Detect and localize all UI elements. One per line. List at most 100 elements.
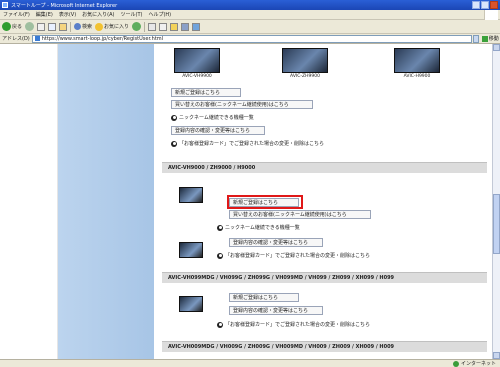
print-button[interactable] [159,22,168,31]
discuss-icon [181,22,190,31]
address-bar: アドレス(D) https://www.smart-loop.jp/cyber/… [0,34,500,44]
main-content: AVIC-VH9900 AVIC-ZH9900 AVIC-H9900 新規ご登録… [157,44,492,359]
stop-button[interactable] [37,22,46,31]
search-icon [74,23,82,30]
mail-button[interactable] [148,22,157,31]
link-label: 「お客様登録カード」でご登録された場合の変更・削除はこちら [225,253,371,259]
card-note-link[interactable]: 「お客様登録カード」でご登録された場合の変更・削除はこちら [217,252,370,259]
mail-icon [148,22,157,31]
history-icon [132,22,142,31]
vertical-scrollbar[interactable] [492,44,500,359]
link-label: ニックネーム継続できる機種一覧 [225,225,300,231]
bullet-icon [217,321,223,328]
product-h9900: AVIC-H9900 [387,48,447,79]
product-caption: AVIC-ZH9900 [290,74,320,79]
left-sidebar [58,44,154,359]
history-button[interactable] [132,22,142,31]
bullet-icon [217,252,223,259]
scroll-up-button[interactable] [493,44,500,51]
zone-label: インターネット [460,361,496,367]
refresh-icon [48,22,57,31]
discuss-button[interactable] [181,22,190,31]
replacement-button[interactable]: 買い替えのお客様(ニックネーム継続使用)はこちら [229,210,371,219]
back-label: 戻る [12,24,23,30]
edit-button[interactable] [170,22,179,31]
search-label: 検索 [82,24,93,30]
section-heading: AVIC-VH9000 / ZH9000 / H9000 [162,162,487,173]
ie-icon [2,2,8,8]
maximize-button[interactable] [481,1,489,9]
left-margin [0,44,58,359]
product-caption: AVIC-H9900 [403,74,431,79]
product-zh9900: AVIC-ZH9900 [275,48,335,79]
refresh-button[interactable] [48,22,57,31]
stop-icon [37,22,46,31]
replacement-button[interactable]: 買い替えのお客様(ニックネーム継続使用)はこちら [171,100,313,109]
print-icon [159,22,168,31]
bullet-icon [217,224,223,231]
menu-edit[interactable]: 編集(E) [36,11,53,18]
home-icon [59,22,68,31]
address-dropdown[interactable] [472,34,479,43]
toolbar: 戻る 検索 お気に入り [0,20,500,34]
highlight-box [227,195,303,209]
toolbar-separator [144,21,146,32]
section-heading: AVIC-VH009MDG / VH009G / ZH009G / VH009M… [162,341,487,352]
link-label: 「お客様登録カード」でご登録された場合の変更・削除はこちら [225,322,371,328]
messenger-button[interactable] [192,22,201,31]
scroll-thumb[interactable] [493,194,500,254]
confirm-change-button[interactable]: 登録内容の確認・変更等はこちら [229,306,323,315]
status-bar: インターネット [0,359,500,367]
product-row: AVIC-VH9900 AVIC-ZH9900 AVIC-H9900 [167,48,477,82]
menu-view[interactable]: 表示(V) [59,11,76,18]
windows-logo-icon [484,10,498,20]
address-input[interactable]: https://www.smart-loop.jp/cyber/RegistUs… [31,34,472,43]
new-register-button[interactable]: 新規ご登録はこちら [171,88,241,97]
product-caption: AVIC-VH9900 [182,74,212,79]
go-button[interactable]: 移動 [481,35,499,42]
favorites-button[interactable]: お気に入り [95,22,130,31]
globe-icon [452,360,459,367]
security-zone: インターネット [452,360,496,367]
product-thumbnail [179,187,203,203]
section-heading: AVIC-VH099MDG / VH099G / ZH099G / VH099M… [162,272,487,283]
nickname-models-link[interactable]: ニックネーム継続できる機種一覧 [217,224,300,231]
link-label: ニックネーム継続できる機種一覧 [179,115,254,121]
go-arrow-icon [481,35,488,42]
card-note-link[interactable]: 「お客様登録カード」でご登録された場合の変更・削除はこちら [171,140,324,147]
favorites-label: お気に入り [104,24,130,30]
menu-file[interactable]: ファイル(F) [3,11,30,18]
menu-help[interactable]: ヘルプ(H) [148,11,171,18]
home-button[interactable] [59,22,68,31]
close-button[interactable] [490,1,498,9]
product-thumbnail [179,296,203,312]
product-image [174,48,220,73]
forward-button[interactable] [25,22,35,31]
messenger-icon [192,22,201,31]
address-label: アドレス(D) [2,36,30,42]
window-title: スマートループ - Microsoft Internet Explorer [11,2,118,9]
product-image [282,48,328,73]
menu-favorites[interactable]: お気に入り(A) [82,11,114,18]
scroll-down-button[interactable] [493,352,500,359]
menu-tools[interactable]: ツール(T) [121,11,143,18]
bullet-icon [171,140,177,147]
confirm-change-button[interactable]: 登録内容の確認・変更等はこちら [229,238,323,247]
back-button[interactable]: 戻る [2,22,22,31]
product-vh9900: AVIC-VH9900 [167,48,227,79]
edit-icon [170,22,179,31]
title-bar: スマートループ - Microsoft Internet Explorer [0,0,500,10]
back-arrow-icon [2,22,11,31]
minimize-button[interactable] [472,1,480,9]
star-icon [95,22,104,31]
new-register-button[interactable]: 新規ご登録はこちら [229,293,299,302]
product-thumbnail [179,242,203,258]
forward-arrow-icon [25,22,35,31]
bullet-icon [171,114,177,121]
card-note-link[interactable]: 「お客様登録カード」でご登録された場合の変更・削除はこちら [217,321,370,328]
toolbar-separator [70,21,72,32]
confirm-change-button[interactable]: 登録内容の確認・変更等はこちら [171,126,265,135]
search-button[interactable]: 検索 [74,23,92,30]
address-url: https://www.smart-loop.jp/cyber/RegistUs… [41,35,164,42]
nickname-models-link[interactable]: ニックネーム継続できる機種一覧 [171,114,254,121]
